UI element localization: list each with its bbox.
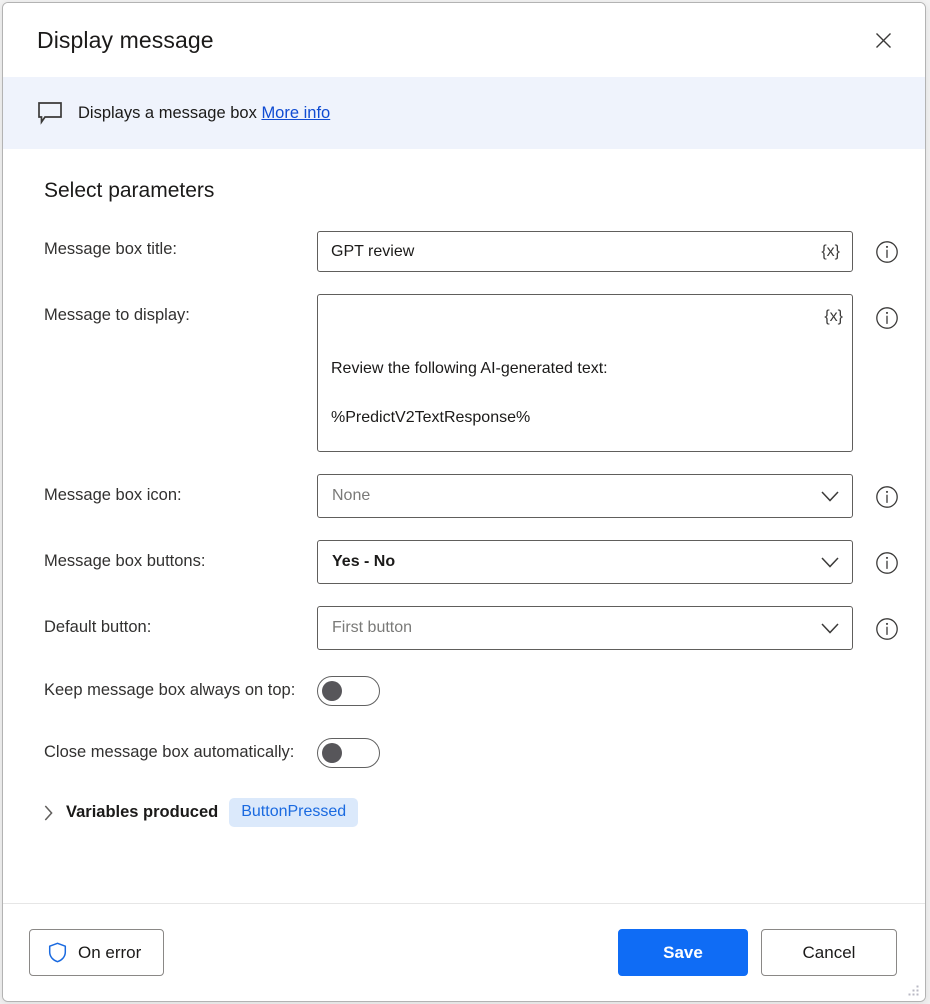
keep-always-on-top-toggle[interactable] xyxy=(317,676,380,706)
info-icon[interactable] xyxy=(875,306,899,330)
field-label: Keep message box always on top: xyxy=(44,681,296,699)
banner-description-text: Displays a message box xyxy=(78,103,257,122)
more-info-link[interactable]: More info xyxy=(261,104,330,122)
variables-produced-row: Variables produced ButtonPressed xyxy=(42,798,891,827)
message-to-display-textarea[interactable]: Review the following AI-generated text: … xyxy=(317,294,853,452)
resize-grip-icon[interactable] xyxy=(906,983,920,997)
on-error-label: On error xyxy=(78,942,142,962)
shield-icon xyxy=(48,942,67,963)
save-button[interactable]: Save xyxy=(618,929,748,976)
display-message-dialog: Display message Displays a message box M… xyxy=(2,2,926,1002)
chevron-down-icon xyxy=(820,622,840,635)
field-label: Default button: xyxy=(44,618,152,636)
field-label: Message box icon: xyxy=(44,486,182,504)
info-icon[interactable] xyxy=(875,240,899,264)
close-button[interactable] xyxy=(861,20,905,60)
insert-variable-button[interactable]: {x} xyxy=(824,305,843,330)
field-message-box-title: Message box title: GPT review {x} xyxy=(37,231,898,272)
field-label: Message to display: xyxy=(44,306,190,324)
field-label: Message box title: xyxy=(44,240,177,258)
variable-pill-buttonpressed[interactable]: ButtonPressed xyxy=(229,798,359,827)
insert-variable-button[interactable]: {x} xyxy=(819,243,842,261)
message-box-title-input[interactable]: GPT review {x} xyxy=(317,231,853,272)
select-value: First button xyxy=(332,619,413,636)
field-keep-always-on-top: Keep message box always on top: xyxy=(37,672,891,706)
message-bubble-icon xyxy=(37,101,63,125)
description-banner: Displays a message box More info xyxy=(3,77,925,149)
textarea-value: Review the following AI-generated text: … xyxy=(331,359,608,427)
info-icon[interactable] xyxy=(875,485,899,509)
message-box-buttons-select[interactable]: Yes - No xyxy=(317,540,853,584)
cancel-label: Cancel xyxy=(802,942,856,962)
field-label: Message box buttons: xyxy=(44,552,206,570)
field-label: Close message box automatically: xyxy=(44,743,295,761)
variables-produced-label[interactable]: Variables produced xyxy=(66,803,218,822)
input-value: GPT review xyxy=(331,242,415,260)
close-icon xyxy=(875,32,891,48)
section-title: Select parameters xyxy=(44,179,215,202)
field-close-automatically: Close message box automatically: xyxy=(37,734,891,768)
chevron-down-icon xyxy=(820,490,840,503)
dialog-body: Select parameters Message box title: GPT… xyxy=(3,149,925,903)
cancel-button[interactable]: Cancel xyxy=(761,929,897,976)
info-icon[interactable] xyxy=(875,617,899,641)
field-message-to-display: Message to display: Review the following… xyxy=(37,294,898,452)
field-message-box-icon: Message box icon: None xyxy=(37,474,898,518)
toggle-knob xyxy=(322,681,342,701)
page-title: Display message xyxy=(37,26,214,53)
field-default-button: Default button: First button xyxy=(37,606,898,650)
banner-description: Displays a message box More info xyxy=(78,104,330,123)
info-icon[interactable] xyxy=(875,551,899,575)
close-automatically-toggle[interactable] xyxy=(317,738,380,768)
dialog-footer: On error Save Cancel xyxy=(3,903,925,1001)
on-error-button[interactable]: On error xyxy=(29,929,165,976)
field-message-box-buttons: Message box buttons: Yes - No xyxy=(37,540,898,584)
select-value: None xyxy=(332,487,371,504)
dialog-titlebar: Display message xyxy=(3,3,925,77)
chevron-right-icon[interactable] xyxy=(42,803,55,823)
footer-actions: Save Cancel xyxy=(618,929,897,976)
toggle-knob xyxy=(322,743,342,763)
select-value: Yes - No xyxy=(332,553,396,570)
message-box-icon-select[interactable]: None xyxy=(317,474,853,518)
default-button-select[interactable]: First button xyxy=(317,606,853,650)
chevron-down-icon xyxy=(820,556,840,569)
save-label: Save xyxy=(663,942,703,962)
